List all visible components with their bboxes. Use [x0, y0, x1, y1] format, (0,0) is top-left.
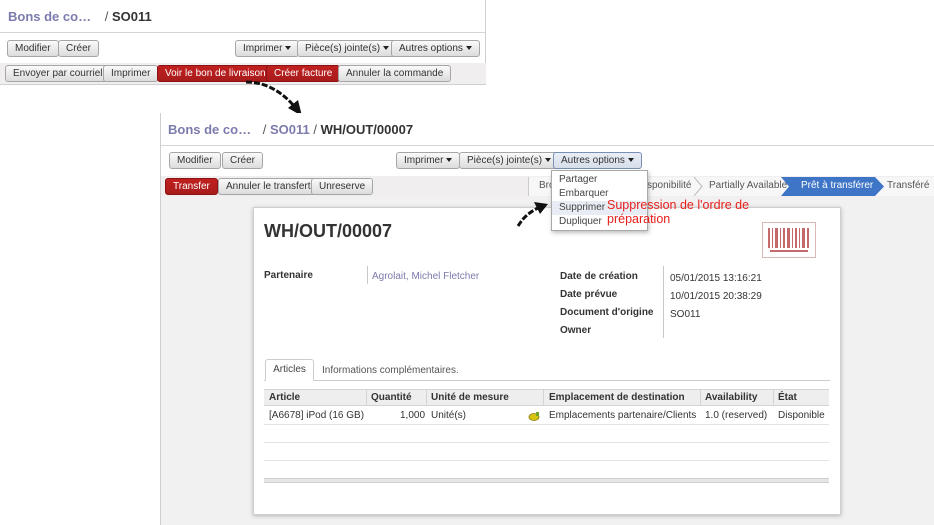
breadcrumb-current: WH/OUT/00007 [320, 122, 414, 137]
status-ready[interactable]: Prêt à transférer [801, 177, 873, 195]
column-header-state[interactable]: État [778, 392, 797, 403]
owner-label: Owner [560, 325, 592, 336]
attachments-menu-button[interactable]: Pièce(s) jointe(s) [297, 40, 398, 57]
field-divider [663, 266, 664, 338]
more-options-button[interactable]: Autres options [391, 40, 480, 57]
attachments-menu-button[interactable]: Pièce(s) jointe(s) [459, 152, 560, 169]
cell-quantity: 1,000 [400, 410, 426, 421]
column-header-availability[interactable]: Availability [705, 392, 757, 403]
column-divider [366, 389, 367, 406]
more-options-label: Autres options [561, 155, 625, 166]
attachments-menu-label: Pièce(s) jointe(s) [305, 43, 381, 54]
print-menu-button[interactable]: Imprimer [396, 152, 461, 169]
breadcrumb-middle-link[interactable]: SO011 [270, 122, 310, 137]
form-title: WH/OUT/00007 [264, 221, 393, 241]
print-menu-button[interactable]: Imprimer [235, 40, 300, 57]
caret-down-icon [285, 46, 292, 50]
print-menu-label: Imprimer [243, 43, 283, 54]
column-divider [426, 389, 427, 406]
top-screenshot: Bons de co… / SO011 Modifier Créer Impri… [0, 0, 486, 85]
scheduled-date-label: Date prévue [560, 289, 618, 300]
column-header-article[interactable]: Article [269, 392, 300, 403]
caret-down-icon [545, 158, 552, 162]
cell-destination: Emplacements partenaire/Clients [549, 410, 697, 421]
chevron-separator-icon [693, 177, 703, 196]
breadcrumb-current: SO011 [111, 9, 152, 24]
column-divider [700, 389, 701, 406]
annotation-arrow-icon [516, 202, 548, 227]
creation-date-field[interactable]: 05/01/2015 13:16:21 [670, 273, 762, 284]
tab-extra-info-label: Informations complémentaires. [322, 365, 459, 376]
breadcrumb-parent-link[interactable]: Bons de co… [168, 122, 251, 137]
column-divider [543, 389, 544, 406]
menu-item-share[interactable]: Partager [552, 173, 647, 187]
edit-button[interactable]: Modifier [169, 152, 221, 169]
send-email-button[interactable]: Envoyer par courriel [5, 65, 111, 82]
barcode-icon [762, 222, 816, 258]
annotation-line-2: préparation [607, 212, 671, 226]
creation-date-label: Date de création [560, 271, 638, 282]
form-sheet: WH/OUT/00007 Partenaire Agrolait, Michel… [253, 207, 841, 515]
divider [0, 32, 486, 33]
field-divider [367, 266, 368, 284]
scrap-icon[interactable] [528, 412, 540, 421]
caret-down-icon [627, 158, 634, 162]
scheduled-date-field[interactable]: 10/01/2015 20:38:29 [670, 291, 762, 302]
annotation-line-1: Suppression de l'ordre de [607, 198, 750, 212]
breadcrumb-separator: / [313, 122, 317, 137]
table-row[interactable]: [A6678] iPod (16 GB) 1,000 Unité(s) Empl… [264, 406, 829, 423]
column-header-destination[interactable]: Emplacement de destination [549, 392, 685, 403]
cell-state: Disponible [778, 410, 825, 421]
cancel-transfer-button[interactable]: Annuler le transfert [218, 178, 319, 195]
tab-articles-label: Articles [273, 364, 306, 375]
tab-articles[interactable]: Articles [265, 359, 314, 381]
print-button[interactable]: Imprimer [103, 65, 159, 82]
caret-down-icon [446, 158, 453, 162]
row-divider [264, 460, 829, 461]
column-header-uom[interactable]: Unité de mesure [431, 392, 509, 403]
caret-down-icon [383, 46, 390, 50]
status-done[interactable]: Transféré [887, 177, 929, 195]
edit-button[interactable]: Modifier [7, 40, 59, 57]
bottom-breadcrumb: Bons de co… / SO011 / WH/OUT/00007 [168, 122, 413, 137]
row-divider [264, 442, 829, 443]
cell-availability: 1.0 (reserved) [705, 410, 768, 421]
breadcrumb-separator: / [104, 9, 109, 24]
divider [161, 145, 934, 146]
origin-document-label: Document d'origine [560, 307, 654, 318]
origin-document-field[interactable]: SO011 [670, 309, 700, 320]
more-options-label: Autres options [399, 43, 463, 54]
more-options-button[interactable]: Autres options [553, 152, 642, 169]
caret-down-icon [465, 46, 472, 50]
breadcrumb-separator: / [262, 122, 267, 137]
status-waiting-availability[interactable]: sponibilité [647, 177, 691, 195]
partner-label: Partenaire [264, 270, 313, 281]
cell-uom: Unité(s) [431, 410, 467, 421]
attachments-menu-label: Pièce(s) jointe(s) [467, 155, 543, 166]
create-button[interactable]: Créer [58, 40, 100, 57]
tab-extra-info[interactable]: Informations complémentaires. [322, 361, 459, 381]
transfer-button[interactable]: Transfer [165, 178, 218, 195]
annotation-text: Suppression de l'ordre de préparation [607, 198, 749, 226]
top-breadcrumb: Bons de co… / SO011 [8, 9, 152, 24]
cell-article: [A6678] iPod (16 GB) [269, 410, 365, 421]
table-footer [264, 478, 829, 483]
print-menu-label: Imprimer [404, 155, 444, 166]
column-divider [773, 389, 774, 406]
status-partially-available[interactable]: Partially Available [709, 177, 787, 195]
breadcrumb-parent-link[interactable]: Bons de co… [8, 9, 91, 24]
unreserve-button[interactable]: Unreserve [311, 178, 374, 195]
row-divider [264, 424, 829, 425]
cancel-order-button[interactable]: Annuler la commande [338, 65, 452, 82]
column-header-quantity[interactable]: Quantité [371, 392, 412, 403]
create-button[interactable]: Créer [222, 152, 264, 169]
partner-field[interactable]: Agrolait, Michel Fletcher [372, 271, 479, 282]
